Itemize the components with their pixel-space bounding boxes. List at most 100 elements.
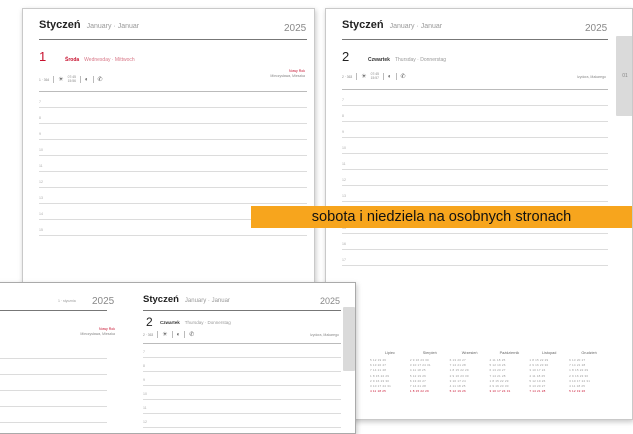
meta-separator [356, 73, 358, 80]
day-name: Środa Wednesday · Mittwoch [65, 57, 135, 63]
hour-line[interactable]: 11 [342, 154, 608, 170]
hour-line[interactable]: 9 [342, 122, 608, 138]
day-meta: 1 · 364 ☀ 07:45 15:56 ◐ ✆ [39, 75, 103, 83]
sun-icon: ☀ [58, 77, 64, 83]
month-header: Styczeń January · Januar [342, 19, 442, 31]
hour-lines [0, 343, 107, 423]
month-title: Styczeń [143, 294, 179, 305]
hour-line[interactable]: 9 [39, 124, 307, 140]
hour-line[interactable]: 8 [143, 358, 341, 372]
year-month-header: Lipiec [384, 351, 395, 355]
hour-line[interactable]: 12 [143, 414, 341, 428]
hour-line[interactable] [0, 343, 107, 359]
hour-line[interactable]: 9 [143, 372, 341, 386]
hour-line[interactable]: 13 [342, 186, 608, 202]
nameday: Izydora, Makarego [577, 75, 606, 80]
year-label: 2025 [585, 23, 608, 34]
day-meta: 2 · 363 ☀ 07:45 15:57 ◐ ✆ [342, 72, 406, 80]
year-month-header: Październik [499, 351, 520, 355]
year-week-row: 1 8 15 22 29 [409, 389, 429, 394]
year-week-row: 3 10 17 24 31 [489, 389, 511, 394]
year-week-row: 5 12 19 26 [569, 389, 586, 394]
hour-line[interactable]: 10 [143, 386, 341, 400]
nameday-names: Mieczysława, Mieszka [80, 331, 115, 336]
meta-separator [395, 73, 397, 80]
hour-line[interactable] [0, 391, 107, 407]
year-label: 2025 [284, 23, 307, 34]
meta-separator [157, 331, 159, 338]
day-name: Czwartek Thursday · Donnerstag [160, 320, 231, 325]
hour-line[interactable]: 16 [342, 234, 608, 250]
hour-line[interactable]: 13 [39, 188, 307, 204]
month-header: Styczeń January · Januar [143, 294, 230, 305]
phone-icon: ✆ [189, 332, 195, 338]
year-week-row: 4 11 18 25 [370, 389, 386, 394]
hour-lines: 7 8 9 10 11 12 13 14 15 16 17 [342, 90, 608, 266]
day-name-en: Thursday · Donnerstag [394, 57, 447, 63]
header-rule [143, 310, 341, 311]
meta-separator [171, 331, 173, 338]
header-rule [0, 310, 107, 311]
year-month-header: Grudzień [581, 351, 597, 355]
header-rule [342, 39, 608, 40]
hour-line[interactable]: 7 [143, 344, 341, 358]
year-week-row: 5 12 19 26 [449, 389, 466, 394]
hour-line[interactable]: 7 [39, 92, 307, 108]
week-number: 1 · 364 [39, 77, 50, 82]
month-title: Styczeń [39, 19, 81, 31]
month-tab[interactable]: 01 [616, 36, 632, 116]
month-tab[interactable] [343, 307, 355, 371]
meta-separator [382, 73, 384, 80]
year-label: 2025 [92, 296, 115, 307]
year-month-column: Listopad 1 8 15 22 29 2 9 16 23 30 3 10 17 … [529, 351, 569, 394]
sun-icon: ☀ [162, 332, 168, 338]
day-name-pl: Środa [65, 57, 80, 63]
year-month-column: Grudzień 6 13 20 27 7 14 21 28 1 8 15 22 29… [569, 351, 609, 394]
day-name-en: Thursday · Donnerstag [184, 320, 231, 325]
info-banner: sobota i niedziela na osobnych stronach [251, 206, 632, 228]
hour-line[interactable] [0, 375, 107, 391]
hour-line[interactable]: 8 [39, 108, 307, 124]
hour-lines: 7 8 9 10 11 12 [143, 344, 341, 428]
hour-line[interactable] [0, 407, 107, 423]
page-spread-front: 1 · stycznia 2025 Nowy Rok Mieczysława, … [0, 282, 356, 434]
year-label: 2025 [320, 296, 341, 306]
day-name-en: Wednesday · Mittwoch [84, 57, 135, 63]
phone-icon: ✆ [97, 77, 103, 83]
hour-line[interactable]: 10 [39, 140, 307, 156]
year-month-column: Lipiec 5 12 19 26 6 13 20 27 7 14 21 28 1 8 … [370, 351, 410, 394]
meta-separator [79, 76, 81, 83]
year-month-header: Listopad [542, 351, 557, 355]
hour-line[interactable] [0, 359, 107, 375]
month-title: Styczeń [342, 19, 384, 31]
meta-separator [184, 331, 186, 338]
month-header: Styczeń January · Januar [39, 19, 139, 31]
sun-times: 07:45 15:56 [67, 75, 76, 83]
hour-line[interactable]: 7 [342, 90, 608, 106]
hour-line[interactable]: 12 [39, 172, 307, 188]
week-number: 2 · 363 [342, 74, 353, 79]
hour-line[interactable]: 11 [143, 400, 341, 414]
day-name-pl: Czwartek [160, 320, 180, 325]
meta-separator [92, 76, 94, 83]
header-rule [39, 39, 307, 40]
sun-times: 07:45 15:57 [370, 72, 379, 80]
meta-separator [53, 76, 55, 83]
day-name-pl: Czwartek [368, 57, 390, 63]
nameday: Nowy Rok Mieczysława, Mieszka [80, 327, 115, 336]
nameday-names: Izydora, Makarego [310, 333, 339, 337]
nameday: Izydora, Makarego [310, 333, 339, 338]
year-calendar-table: Lipiec 5 12 19 26 6 13 20 27 7 14 21 28 1 8 … [354, 351, 609, 407]
hour-line[interactable]: 12 [342, 170, 608, 186]
hour-line[interactable]: 17 [342, 250, 608, 266]
moon-icon: ◐ [84, 76, 89, 83]
month-subtitle: January · Januar [389, 23, 443, 30]
hour-line[interactable]: 11 [39, 156, 307, 172]
year-week-row: 7 14 21 28 [529, 389, 546, 394]
year-month-header: Wrzesień [461, 351, 478, 355]
hour-line[interactable]: 8 [342, 106, 608, 122]
hour-line[interactable]: 10 [342, 138, 608, 154]
nameday-names: Mieczysława, Mieszka [270, 73, 305, 78]
sun-icon: ☀ [361, 74, 367, 80]
week-number: 2 · 363 [143, 332, 154, 337]
